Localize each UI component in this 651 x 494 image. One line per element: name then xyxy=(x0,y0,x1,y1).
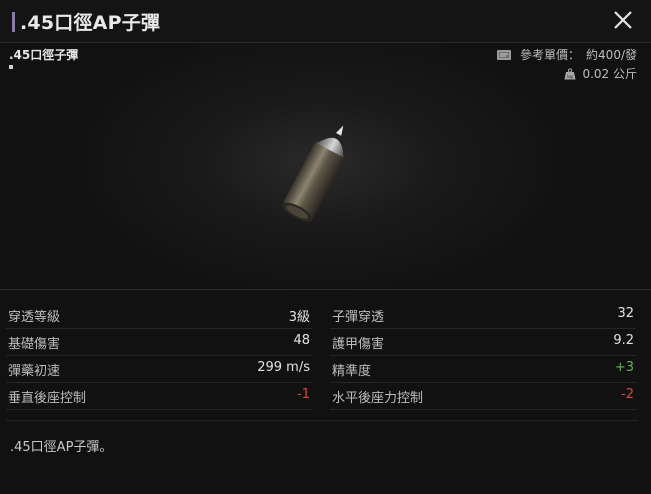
item-description: .45口徑AP子彈。 xyxy=(10,440,113,455)
window-title: .45口徑AP子彈 xyxy=(20,12,161,34)
stat-value: 32 xyxy=(617,306,634,321)
stat-label: 護甲傷害 xyxy=(332,337,385,352)
stat-row-horizontal-recoil: 水平後座力控制 -2 xyxy=(330,383,636,410)
header-bar: .45口徑AP子彈 xyxy=(0,0,651,43)
item-detail-window: .45口徑AP子彈 .45口徑子彈 參考單價： 約400/發 kg 0.02 公… xyxy=(0,0,651,494)
close-icon xyxy=(614,11,632,29)
stat-row-base-damage: 基礎傷害 48 xyxy=(6,329,312,356)
rarity-indicator xyxy=(9,65,13,69)
stat-value: -2 xyxy=(621,387,634,402)
svg-text:kg: kg xyxy=(568,74,574,80)
stat-row-accuracy: 精準度 +3 xyxy=(330,356,636,383)
stat-label: 精準度 xyxy=(332,364,372,379)
close-button[interactable] xyxy=(611,8,635,32)
weight-row: kg 0.02 公斤 xyxy=(564,65,637,82)
stat-row-penetration-level: 穿透等級 3級 xyxy=(6,302,312,329)
item-image-panel: .45口徑子彈 參考單價： 約400/發 kg 0.02 公斤 xyxy=(0,43,651,290)
weight-icon: kg xyxy=(564,67,576,80)
stats-right-column: 子彈穿透 32 護甲傷害 9.2 精準度 +3 水平後座力控制 -2 xyxy=(330,302,636,410)
stat-row-bullet-penetration: 子彈穿透 32 xyxy=(330,302,636,329)
description-divider xyxy=(6,420,638,421)
stat-label: 垂直後座控制 xyxy=(8,391,87,406)
stat-value: 48 xyxy=(293,333,310,348)
bullet-image xyxy=(282,125,345,222)
stat-row-muzzle-velocity: 彈藥初速 299 m/s xyxy=(6,356,312,383)
price-value: 約400/發 xyxy=(586,48,637,62)
stat-label: 穿透等級 xyxy=(8,310,61,325)
stat-row-armor-damage: 護甲傷害 9.2 xyxy=(330,329,636,356)
stat-value: -1 xyxy=(297,387,310,402)
stat-value: 3級 xyxy=(288,310,310,325)
stat-value: 299 m/s xyxy=(257,360,310,375)
item-name: .45口徑子彈 xyxy=(9,48,79,62)
price-label: 參考單價： xyxy=(520,48,581,62)
price-row: 參考單價： 約400/發 xyxy=(496,46,637,63)
stat-row-vertical-recoil: 垂直後座控制 -1 xyxy=(6,383,312,410)
stat-value: 9.2 xyxy=(613,333,634,348)
weight-value: 0.02 公斤 xyxy=(582,67,637,81)
price-tag-icon xyxy=(497,49,512,60)
stats-left-column: 穿透等級 3級 基礎傷害 48 彈藥初速 299 m/s 垂直後座控制 -1 xyxy=(6,302,312,410)
stat-label: 水平後座力控制 xyxy=(332,391,424,406)
stat-label: 基礎傷害 xyxy=(8,337,61,352)
stat-label: 子彈穿透 xyxy=(332,310,385,325)
stat-label: 彈藥初速 xyxy=(8,364,61,379)
stat-value: +3 xyxy=(614,360,634,375)
title-accent-bar xyxy=(12,12,15,32)
